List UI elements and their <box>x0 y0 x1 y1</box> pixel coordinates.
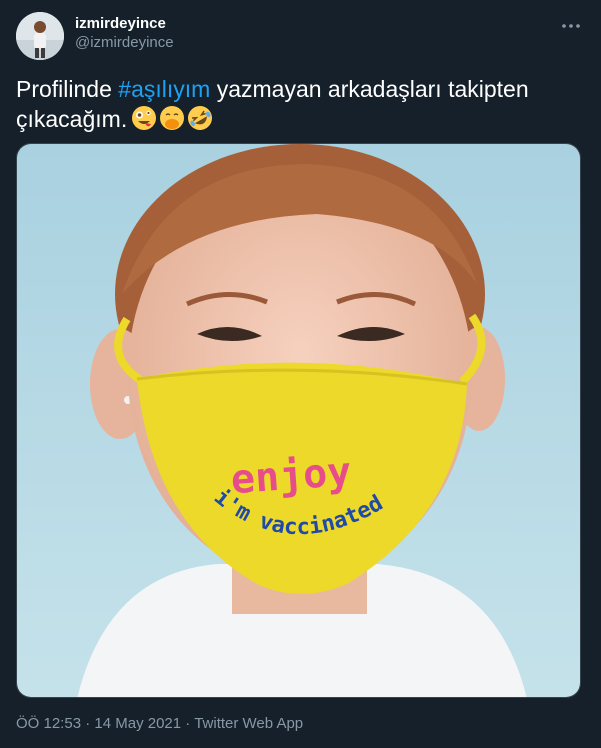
tweet-time[interactable]: ÖÖ 12:53 <box>16 715 81 732</box>
tweet-meta: ÖÖ 12:53 · 14 May 2021 · Twitter Web App <box>16 715 303 732</box>
face-with-hand-over-mouth-icon <box>160 106 185 130</box>
user-handle[interactable]: @izmirdeyince <box>75 33 174 53</box>
more-dots-icon <box>562 24 580 28</box>
tweet-text: Profilinde #aşılıyım yazmayan arkadaşlar… <box>16 74 585 134</box>
meta-separator-2: · <box>181 715 195 732</box>
mask-text-enjoy: enjoy <box>229 449 352 503</box>
tweet-source[interactable]: Twitter Web App <box>194 715 303 732</box>
rolling-on-the-floor-laughing-icon <box>188 105 213 130</box>
zany-face-icon <box>132 106 157 130</box>
hashtag-link[interactable]: #aşılıyım <box>118 76 210 102</box>
tweet-text-before: Profilinde <box>16 76 119 102</box>
emoji-group <box>131 105 213 131</box>
more-options-button[interactable] <box>557 14 585 38</box>
tweet-header: izmirdeyince @izmirdeyince <box>16 10 585 62</box>
tweet-media-image[interactable]: enjoy i'm vaccinated <box>16 143 581 698</box>
vaccinated-mask-photo: enjoy i'm vaccinated <box>17 144 580 697</box>
user-names: izmirdeyince @izmirdeyince <box>75 15 174 53</box>
tweet-date[interactable]: 14 May 2021 <box>94 715 181 732</box>
avatar[interactable] <box>16 12 64 60</box>
meta-separator: · <box>81 715 95 732</box>
display-name[interactable]: izmirdeyince <box>75 15 174 33</box>
